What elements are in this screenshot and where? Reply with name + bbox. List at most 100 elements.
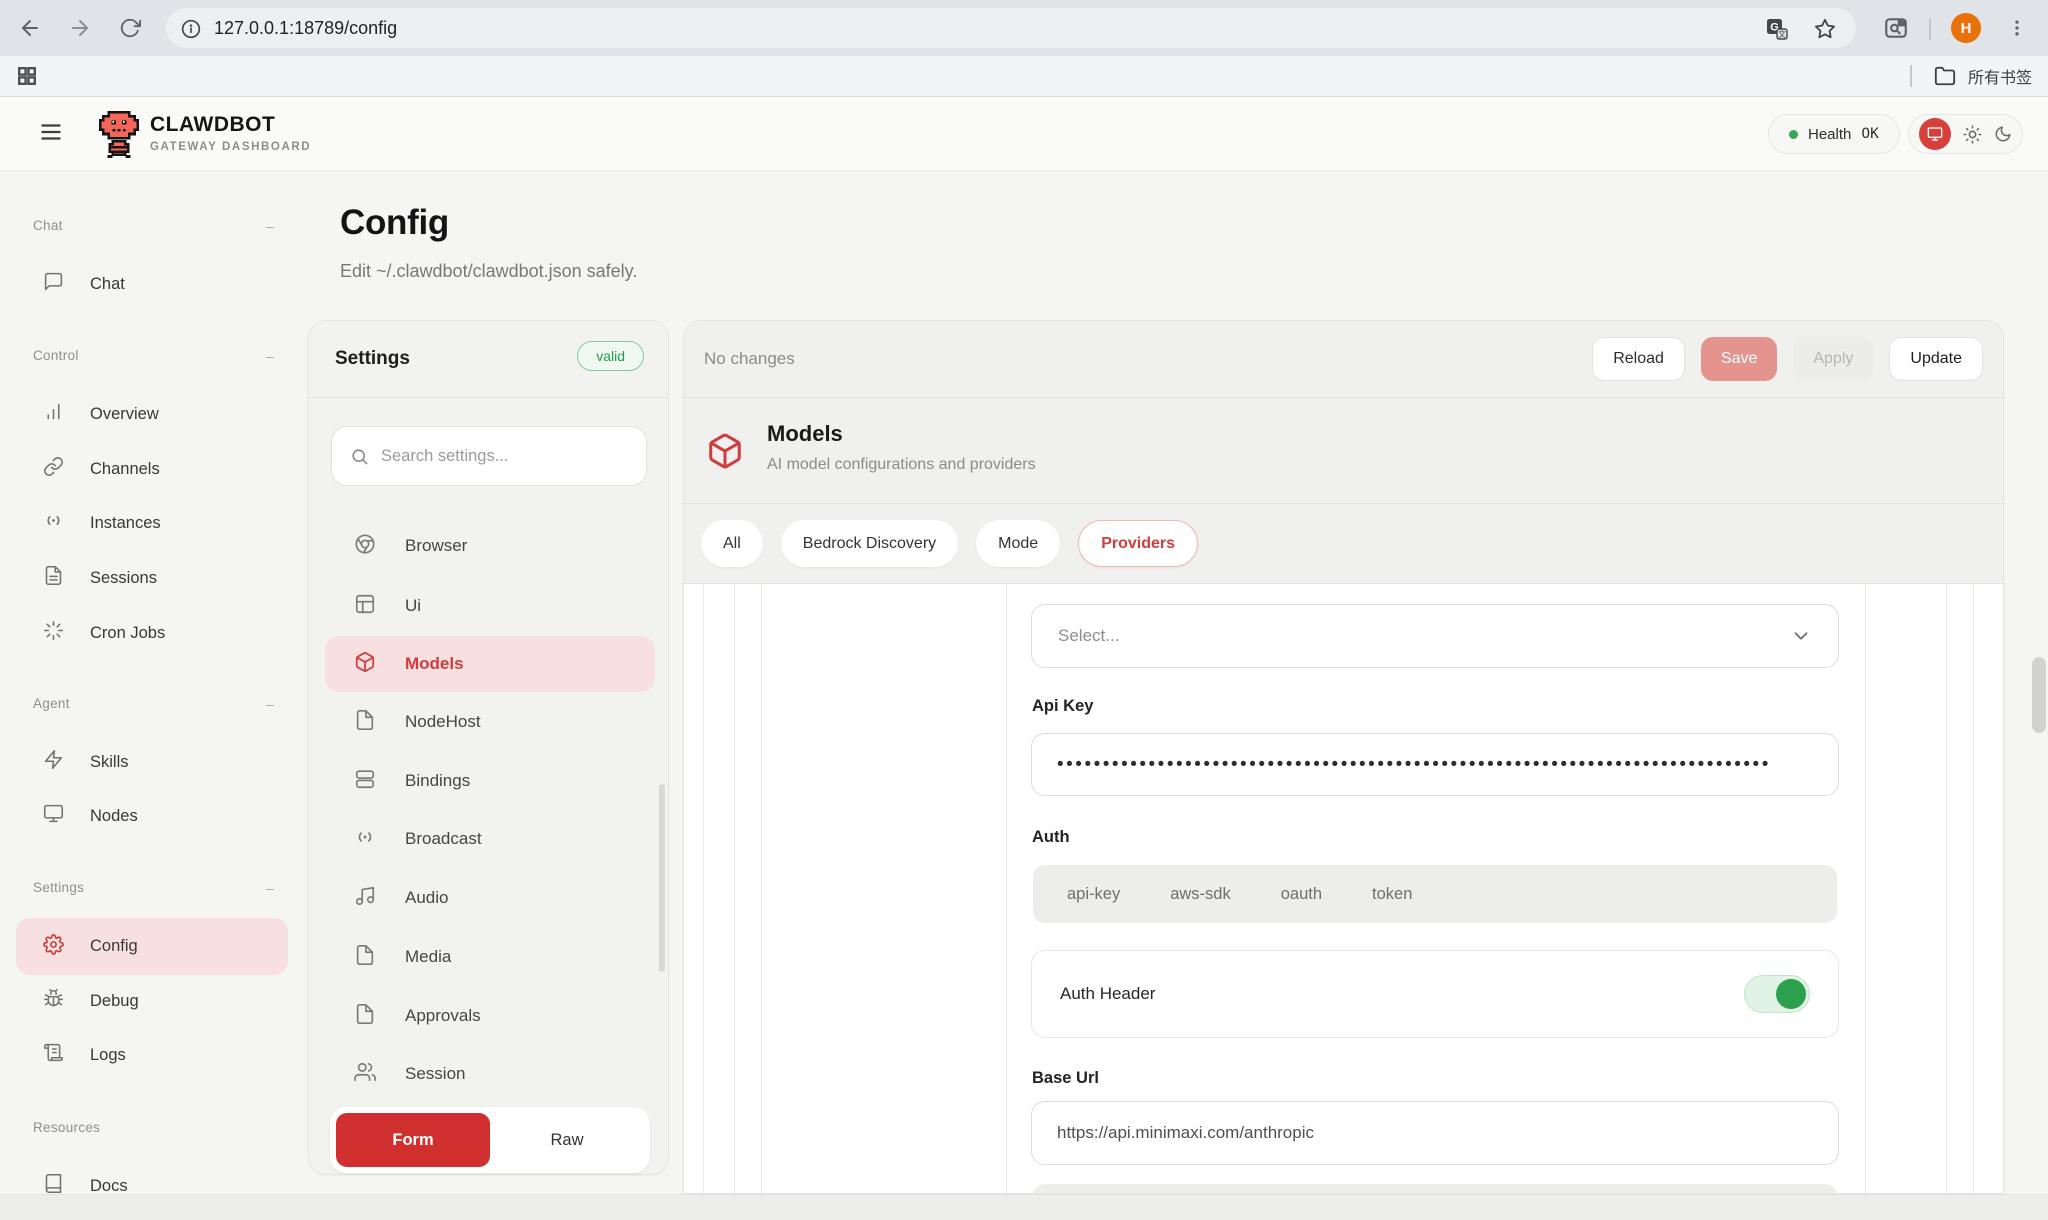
settings-item-label: Browser: [405, 536, 467, 556]
auth-option-api-key[interactable]: api-key: [1067, 885, 1120, 904]
side-panel-search-icon[interactable]: [1878, 10, 1914, 46]
sidebar-section-chat: Chat –: [33, 218, 283, 233]
bookmark-star-icon[interactable]: [1812, 16, 1838, 42]
collapse-icon[interactable]: –: [266, 348, 274, 364]
auth-option-token[interactable]: token: [1372, 885, 1412, 904]
chrome-icon: [354, 533, 376, 560]
auth-header-toggle[interactable]: [1744, 975, 1810, 1013]
settings-item-label: Audio: [405, 888, 448, 908]
link-icon: [43, 456, 64, 482]
sidebar-item-config[interactable]: Config: [16, 918, 288, 975]
settings-item-models[interactable]: Models: [325, 636, 655, 692]
loader-icon: [43, 620, 64, 646]
browser-menu-icon[interactable]: [1999, 10, 2035, 46]
all-bookmarks-label[interactable]: 所有书签: [1968, 64, 2032, 88]
settings-item-label: Ui: [405, 596, 421, 616]
settings-search[interactable]: [331, 426, 647, 486]
forward-icon[interactable]: [62, 10, 98, 46]
menu-icon[interactable]: [38, 119, 64, 145]
tab-all[interactable]: All: [701, 520, 763, 567]
settings-item-nodehost[interactable]: NodeHost: [325, 697, 655, 747]
collapse-icon[interactable]: –: [266, 218, 274, 234]
avatar[interactable]: H: [1951, 13, 1981, 43]
sidebar-item-sessions[interactable]: Sessions: [16, 555, 288, 601]
settings-item-broadcast[interactable]: Broadcast: [325, 814, 655, 864]
sidebar-item-skills[interactable]: Skills: [16, 739, 288, 785]
layout-icon: [354, 593, 376, 620]
server-icon: [354, 768, 376, 795]
svg-text:文: 文: [1778, 29, 1786, 39]
sidebar-item-chat[interactable]: Chat: [16, 261, 288, 307]
toolbar-separator: [1929, 18, 1931, 40]
models-tabs: All Bedrock Discovery Mode Providers: [684, 504, 2003, 584]
theme-system-icon[interactable]: [1919, 118, 1951, 150]
sidebar-item-channels[interactable]: Channels: [16, 446, 288, 492]
settings-item-audio[interactable]: Audio: [325, 873, 655, 923]
sidebar-item-debug[interactable]: Debug: [16, 978, 288, 1024]
provider-select[interactable]: Select...: [1031, 604, 1839, 668]
sidebar-item-label: Channels: [90, 460, 160, 479]
base-url-field[interactable]: https://api.minimaxi.com/anthropic: [1031, 1101, 1839, 1165]
settings-item-media[interactable]: Media: [325, 932, 655, 982]
apply-button[interactable]: Apply: [1793, 337, 1873, 381]
providers-form-body: Select... Api Key ••••••••••••••••••••••…: [684, 584, 2003, 1194]
auth-header-row: Auth Header: [1031, 950, 1839, 1038]
sidebar-section-control: Control –: [33, 348, 283, 363]
sidebar-item-overview[interactable]: Overview: [16, 391, 288, 437]
theme-light-icon[interactable]: [1963, 125, 1982, 144]
nesting-guide-line: [1865, 584, 1866, 1194]
sidebar-item-cron-jobs[interactable]: Cron Jobs: [16, 610, 288, 656]
theme-dark-icon[interactable]: [1994, 125, 2012, 143]
models-section-title: Models: [767, 421, 843, 447]
settings-item-ui[interactable]: Ui: [325, 581, 655, 631]
page-scrollbar[interactable]: [2032, 657, 2046, 733]
reload-icon[interactable]: [112, 10, 148, 46]
tab-mode[interactable]: Mode: [976, 520, 1060, 567]
apps-grid-icon[interactable]: [16, 65, 38, 87]
back-icon[interactable]: [12, 10, 48, 46]
site-info-icon[interactable]: [178, 16, 204, 42]
save-button[interactable]: Save: [1701, 337, 1777, 381]
nesting-guide-line: [1946, 584, 1947, 1194]
sidebar-item-instances[interactable]: Instances: [16, 500, 288, 546]
health-status-badge[interactable]: Health OK: [1768, 114, 1900, 154]
url-bar[interactable]: 127.0.0.1:18789/config G文: [166, 8, 1856, 48]
screen: 127.0.0.1:18789/config G文 H 所有书签: [0, 0, 2048, 1220]
editor-toolbar: No changes Reload Save Apply Update: [684, 321, 2003, 398]
auth-option-oauth[interactable]: oauth: [1281, 885, 1322, 904]
collapse-icon[interactable]: –: [266, 696, 274, 712]
sidebar-item-logs[interactable]: Logs: [16, 1032, 288, 1078]
folder-icon: [1934, 65, 1956, 87]
url-text[interactable]: 127.0.0.1:18789/config: [214, 18, 397, 39]
sidebar-item-label: Chat: [90, 275, 125, 294]
sidebar-item-nodes[interactable]: Nodes: [16, 793, 288, 839]
base-url-value: https://api.minimaxi.com/anthropic: [1057, 1123, 1314, 1143]
tab-bedrock-discovery[interactable]: Bedrock Discovery: [781, 520, 958, 567]
collapse-icon[interactable]: –: [266, 880, 274, 896]
music-icon: [354, 885, 376, 912]
auth-segmented-control: api-key aws-sdk oauth token: [1033, 865, 1837, 923]
settings-list-scrollbar[interactable]: [659, 784, 665, 972]
settings-item-approvals[interactable]: Approvals: [325, 991, 655, 1041]
tab-providers[interactable]: Providers: [1078, 520, 1198, 567]
theme-switcher: [1908, 114, 2023, 154]
raw-view-button[interactable]: Raw: [490, 1113, 644, 1167]
translate-icon[interactable]: G文: [1764, 16, 1790, 42]
app-title: CLAWDBOT: [150, 113, 275, 137]
update-button[interactable]: Update: [1889, 337, 1983, 381]
box-icon: [354, 651, 376, 678]
bug-icon: [43, 988, 64, 1014]
settings-item-session[interactable]: Session: [325, 1049, 655, 1099]
sidebar-item-label: Debug: [90, 992, 139, 1011]
form-view-button[interactable]: Form: [336, 1113, 490, 1167]
settings-item-bindings[interactable]: Bindings: [325, 756, 655, 806]
settings-item-browser[interactable]: Browser: [325, 521, 655, 571]
models-section-header: Models AI model configurations and provi…: [684, 398, 2003, 504]
auth-option-aws-sdk[interactable]: aws-sdk: [1170, 885, 1231, 904]
reload-button[interactable]: Reload: [1592, 337, 1685, 381]
api-key-field[interactable]: ••••••••••••••••••••••••••••••••••••••••…: [1031, 733, 1839, 796]
radio-icon: [354, 826, 376, 853]
settings-search-input[interactable]: [381, 447, 628, 466]
health-dot-icon: [1789, 130, 1798, 139]
view-mode-toggle: Form Raw: [330, 1107, 650, 1173]
